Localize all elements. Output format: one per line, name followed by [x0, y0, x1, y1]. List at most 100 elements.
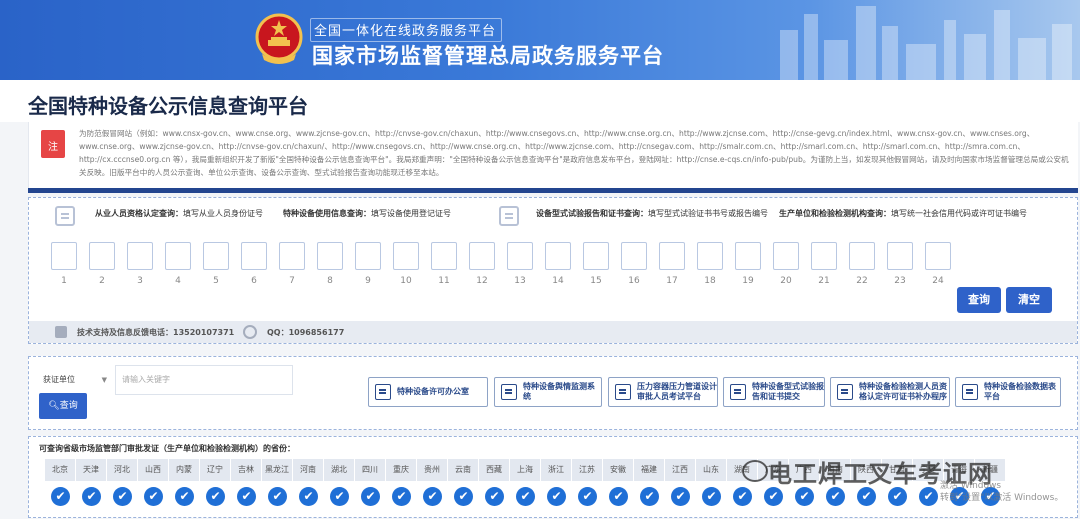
province-name: 山西: [138, 459, 169, 481]
certificate-type-select[interactable]: 获证单位 ▼: [39, 367, 111, 393]
link-label: 特种设备检验检测人员资格认定许可证书补办程序: [859, 382, 947, 401]
code-digit-input[interactable]: [507, 242, 533, 270]
device-query-label: 特种设备使用信息查询：: [283, 209, 371, 218]
query-panel: 从业人员资格认定查询：填写从业人员身份证号 特种设备使用信息查询：填写设备使用登…: [28, 197, 1078, 344]
province-name: 天津: [76, 459, 107, 481]
code-digit-input[interactable]: [925, 242, 951, 270]
digit-label: 10: [400, 276, 412, 286]
province-name: 江西: [665, 459, 696, 481]
province-cell: 天津 ✔: [76, 459, 107, 519]
province-cell: 江西 ✔: [665, 459, 696, 519]
code-digit-input[interactable]: [887, 242, 913, 270]
check-icon: ✔: [485, 487, 504, 506]
check-icon: ✔: [423, 487, 442, 506]
clear-button[interactable]: 清空: [1006, 287, 1052, 313]
province-cell: 云南 ✔: [448, 459, 479, 519]
code-digit-input[interactable]: [127, 242, 153, 270]
province-name: 贵州: [417, 459, 448, 481]
digit-label: 17: [666, 276, 678, 286]
province-name: 山东: [696, 459, 727, 481]
link-report-submit[interactable]: 特种设备型式试验报告和证书提交: [723, 377, 825, 407]
province-name: 西藏: [479, 459, 510, 481]
link-data-platform[interactable]: 特种设备检验数据表平台: [955, 377, 1061, 407]
banner-title: 国家市场监督管理总局政务服务平台: [312, 44, 664, 68]
tools-search-label: 查询: [59, 401, 78, 411]
code-digit-input[interactable]: [545, 242, 571, 270]
province-cell: 辽宁 ✔: [200, 459, 231, 519]
unit-query-label: 生产单位和检验检测机构查询：: [779, 209, 891, 218]
check-icon: ✔: [888, 487, 907, 506]
digit-label: 14: [552, 276, 564, 286]
report-query-heading: 设备型式试验报告和证书查询：填写型式试验证书书号或报告编号: [536, 208, 768, 219]
person-query-heading: 从业人员资格认定查询：填写从业人员身份证号: [95, 208, 263, 219]
digit-label: 21: [818, 276, 830, 286]
digit-label: 18: [704, 276, 716, 286]
check-icon: ✔: [113, 487, 132, 506]
code-digit-input[interactable]: [811, 242, 837, 270]
divider-bar: [28, 188, 1078, 193]
digit-label: 7: [289, 276, 295, 286]
notice-text: 为防范假冒网站（例如：www.cnsx-gov.cn、www.cnse.org、…: [79, 129, 1069, 177]
code-digit-input[interactable]: [431, 242, 457, 270]
code-digit-input[interactable]: [849, 242, 875, 270]
province-cell: 四川 ✔: [355, 459, 386, 519]
check-icon: ✔: [733, 487, 752, 506]
digit-label: 23: [894, 276, 906, 286]
tools-search-button[interactable]: 🔍︎查询: [39, 393, 87, 419]
search-button[interactable]: 查询: [957, 287, 1001, 313]
check-icon: ✔: [516, 487, 535, 506]
code-digit-input[interactable]: [659, 242, 685, 270]
keyword-input[interactable]: 请输入关键字: [115, 365, 293, 395]
title-bar: 全国特种设备公示信息查询平台: [0, 80, 1080, 122]
code-digit-input[interactable]: [735, 242, 761, 270]
check-icon: ✔: [144, 487, 163, 506]
code-digit-input[interactable]: [317, 242, 343, 270]
code-digit-input[interactable]: [279, 242, 305, 270]
report-document-icon: [499, 206, 519, 226]
check-icon: ✔: [175, 487, 194, 506]
code-digit-input[interactable]: [165, 242, 191, 270]
code-digit-input[interactable]: [355, 242, 381, 270]
province-name: 安徽: [603, 459, 634, 481]
check-icon: ✔: [392, 487, 411, 506]
province-cell: 重庆 ✔: [386, 459, 417, 519]
code-digit-input[interactable]: [203, 242, 229, 270]
code-digit-input[interactable]: [51, 242, 77, 270]
link-exam-platform[interactable]: 压力容器压力管道设计审批人员考试平台: [608, 377, 718, 407]
province-cell: 江苏 ✔: [572, 459, 603, 519]
province-name: 黑龙江: [262, 459, 293, 481]
check-icon: ✔: [640, 487, 659, 506]
digit-label: 12: [476, 276, 488, 286]
province-cell: 北京 ✔: [45, 459, 76, 519]
select-value: 获证单位: [43, 375, 75, 384]
check-icon: ✔: [299, 487, 318, 506]
code-digit-input[interactable]: [241, 242, 267, 270]
page-title: 全国特种设备公示信息查询平台: [28, 94, 308, 118]
province-name: 辽宁: [200, 459, 231, 481]
link-certificate-reissue[interactable]: 特种设备检验检测人员资格认定许可证书补办程序: [830, 377, 950, 407]
unit-query-heading: 生产单位和检验检测机构查询：填写统一社会信用代码或许可证书编号: [779, 208, 1027, 219]
code-digit-input[interactable]: [469, 242, 495, 270]
activate-line-1: 激活 Windows: [940, 481, 1002, 491]
code-digit-input[interactable]: [773, 242, 799, 270]
code-digit-input[interactable]: [697, 242, 723, 270]
check-icon: ✔: [609, 487, 628, 506]
check-icon: ✔: [206, 487, 225, 506]
code-digit-input[interactable]: [89, 242, 115, 270]
check-icon: ✔: [702, 487, 721, 506]
unit-query-hint: 填写统一社会信用代码或许可证书编号: [891, 209, 1027, 218]
phone-icon: [55, 326, 67, 338]
check-icon: ✔: [857, 487, 876, 506]
search-icon: 🔍︎: [48, 401, 60, 411]
link-license-office[interactable]: 特种设备许可办公室: [368, 377, 488, 407]
code-digit-input[interactable]: [621, 242, 647, 270]
link-opinion-monitor[interactable]: 特种设备舆情监测系统: [494, 377, 602, 407]
check-icon: ✔: [764, 487, 783, 506]
code-digit-input[interactable]: [393, 242, 419, 270]
province-cell: 湖北 ✔: [324, 459, 355, 519]
province-cell: 安徽 ✔: [603, 459, 634, 519]
code-digit-input[interactable]: [583, 242, 609, 270]
table-icon: [962, 384, 978, 400]
check-icon: ✔: [454, 487, 473, 506]
triangle-icon: [615, 384, 631, 400]
